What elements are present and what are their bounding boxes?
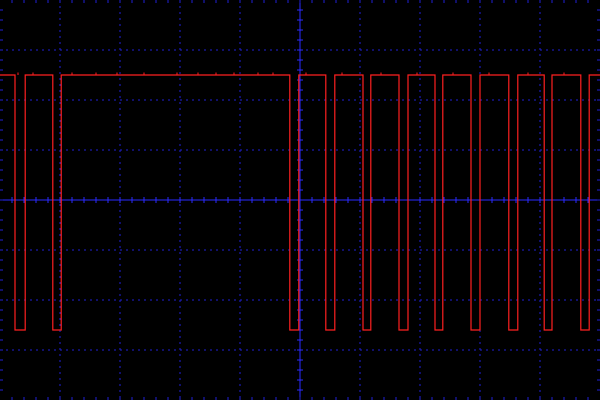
grid xyxy=(0,0,600,400)
oscilloscope-chart xyxy=(0,0,600,400)
